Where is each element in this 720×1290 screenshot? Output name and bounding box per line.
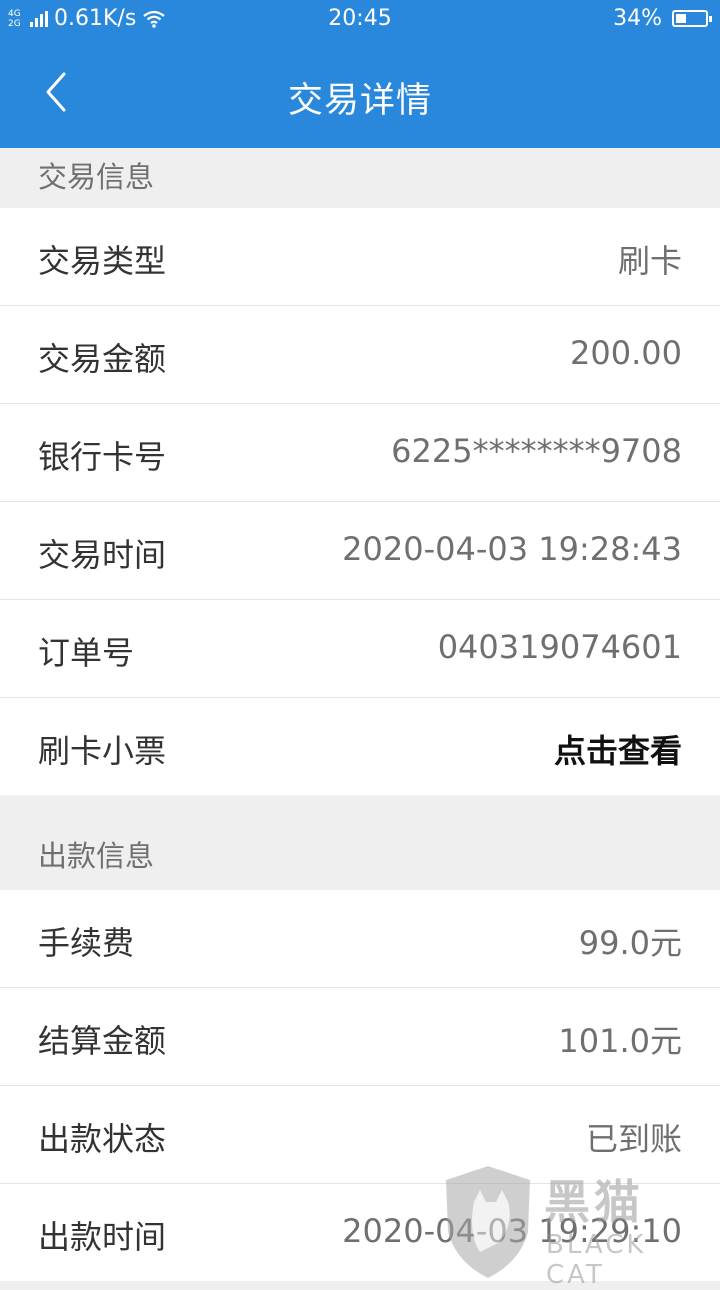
watermark-logo-text: 黑猫	[544, 1175, 644, 1229]
section-title-payout: 出款信息	[38, 839, 155, 873]
row-label: 出款时间	[38, 1218, 167, 1256]
row-value: 040319074601	[437, 628, 682, 666]
row-value: 6225********9708	[391, 432, 682, 470]
row-receipt[interactable]: 刷卡小票 点击查看	[0, 698, 720, 795]
battery-percent: 34%	[613, 6, 662, 31]
row-label: 刷卡小票	[38, 732, 167, 770]
row-trade-time: 交易时间 2020-04-03 19:28:43	[0, 502, 720, 600]
row-label: 交易金额	[38, 340, 167, 378]
row-label: 结算金额	[38, 1022, 167, 1060]
row-label: 手续费	[38, 924, 135, 962]
section-header-trade: 交易信息	[0, 148, 720, 208]
page-title: 交易详情	[287, 81, 432, 121]
row-label: 出款状态	[38, 1120, 167, 1158]
watermark-brand: BLACK CAT	[546, 1230, 647, 1290]
row-trade-type: 交易类型 刷卡	[0, 208, 720, 306]
status-time: 20:45	[328, 6, 392, 31]
row-value: 200.00	[570, 334, 682, 372]
row-label: 交易类型	[38, 242, 167, 280]
row-value: 刷卡	[617, 242, 682, 280]
status-bar: 4G 2G 0.61K/s 20:45 34%	[0, 0, 720, 38]
status-right: 34%	[613, 6, 712, 31]
row-label: 交易时间	[38, 536, 167, 574]
row-label: 银行卡号	[38, 438, 167, 476]
nav-bar: 交易详情	[0, 38, 720, 148]
row-card-number: 银行卡号 6225********9708	[0, 404, 720, 502]
row-label: 订单号	[38, 634, 135, 672]
row-trade-amount: 交易金额 200.00	[0, 306, 720, 404]
battery-icon	[672, 10, 712, 27]
row-value: 2020-04-03 19:28:43	[342, 530, 682, 568]
row-settlement-amount: 结算金额 101.0元	[0, 988, 720, 1086]
row-fee: 手续费 99.0元	[0, 890, 720, 988]
section-title-trade: 交易信息	[38, 160, 155, 194]
cat-shield-icon	[446, 1166, 530, 1278]
row-value: 99.0元	[578, 924, 682, 962]
row-value: 已到账	[585, 1120, 682, 1158]
battery-fill	[676, 14, 686, 23]
row-order-number: 订单号 040319074601	[0, 600, 720, 698]
view-receipt-link[interactable]: 点击查看	[554, 726, 682, 772]
row-value: 101.0元	[558, 1022, 682, 1060]
trade-info-list: 交易类型 刷卡 交易金额 200.00 银行卡号 6225********970…	[0, 208, 720, 795]
section-header-payout: 出款信息	[0, 795, 720, 890]
watermark: 黑猫 BLACK CAT	[434, 1160, 714, 1290]
